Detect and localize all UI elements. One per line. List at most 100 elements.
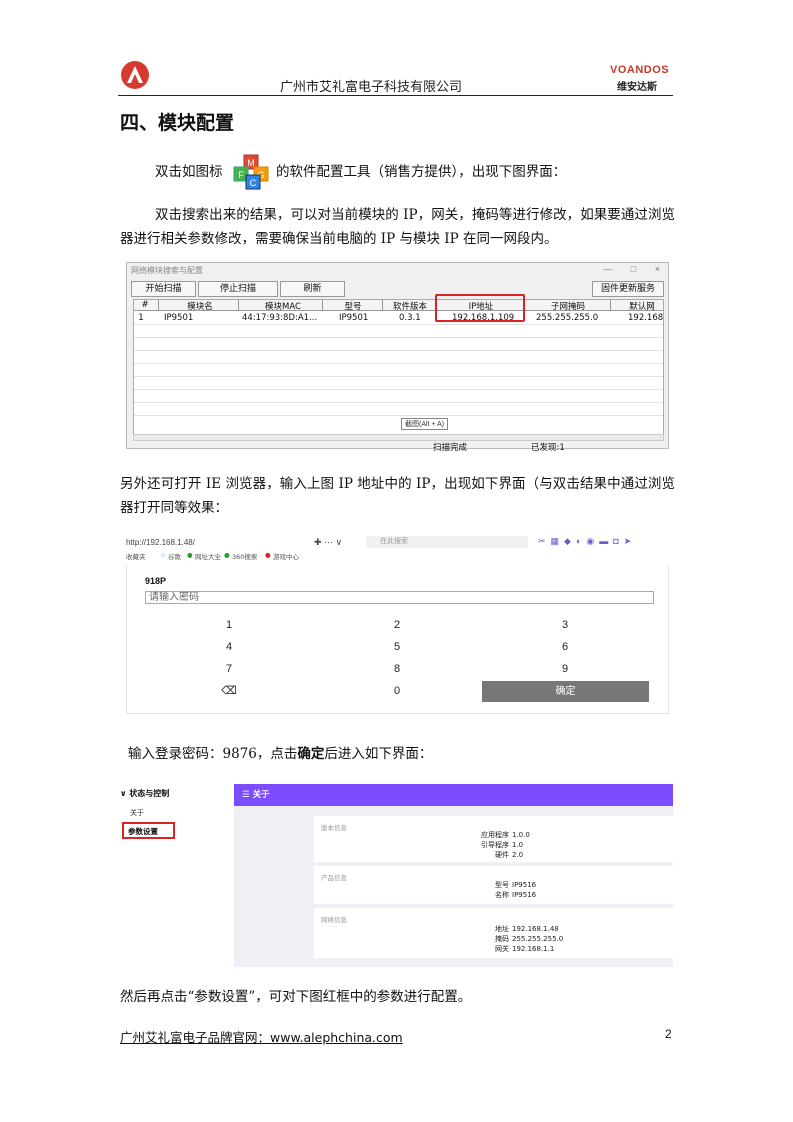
- start-scan-button[interactable]: 开始扫描: [131, 281, 196, 297]
- kv-row: 网关 192.168.1.1: [464, 944, 664, 954]
- search-360-icon: ●: [224, 551, 230, 559]
- kv-value: IP9516: [512, 881, 537, 889]
- favorites-label[interactable]: 收藏夹: [126, 551, 146, 561]
- footer-website[interactable]: 广州艾礼富电子品牌官网：www.alephchina.com: [120, 1027, 403, 1046]
- password-input[interactable]: 请输入密码: [145, 591, 654, 604]
- kv-key: 型号: [495, 881, 509, 889]
- col-header-model: 型号: [344, 302, 362, 312]
- product-card-title: 产品信息: [321, 874, 347, 882]
- grid-line: [134, 337, 663, 338]
- key-7[interactable]: 7: [219, 663, 239, 675]
- params-highlight-box: [122, 822, 175, 839]
- version-card: 版本信息 应用程序 1.0.0 引导程序 1.0 硬件 2.0: [314, 816, 673, 862]
- paragraph-4-end: 后进入如下界面：: [324, 746, 433, 762]
- col-header-gateway: 默认网: [629, 302, 655, 312]
- kv-row: 名称 IP9516: [464, 890, 664, 900]
- game-icon: ●: [265, 551, 271, 559]
- menu-group-label: 状态与控制: [129, 789, 170, 798]
- grid-line: [134, 363, 663, 364]
- grid-line: [134, 350, 663, 351]
- admin-topbar: ☰ 关于: [234, 784, 673, 806]
- svg-text:C: C: [250, 178, 257, 188]
- browser-address-bar: http://192.168.1.48/ ✚ ··· ∨ 在此搜索 ✂▦◆◐◉▬…: [126, 536, 669, 550]
- menu-group-status[interactable]: ∨ 状态与控制: [120, 788, 169, 799]
- firmware-update-button[interactable]: 固件更新服务: [592, 281, 664, 297]
- paragraph-1-end: 的软件配置工具（销售方提供），出现下图界面：: [276, 164, 567, 180]
- favorite-360[interactable]: 360搜索: [232, 551, 257, 561]
- kv-value: 192.168.1.1: [512, 945, 555, 953]
- refresh-button[interactable]: 刷新: [280, 281, 345, 297]
- col-divider: [238, 300, 239, 311]
- brand-logo-cn: 维安达斯: [617, 82, 657, 93]
- paragraph-2: 双击搜索出来的结果，可以对当前模块的 IP，网关，掩码等进行修改，如果要通过浏览…: [120, 207, 675, 247]
- horizontal-scrollbar[interactable]: [133, 434, 664, 441]
- menu-icon[interactable]: ☰: [242, 790, 250, 800]
- key-0[interactable]: 0: [387, 685, 407, 697]
- key-3[interactable]: 3: [555, 619, 575, 631]
- bookmark-icon: ☆: [160, 551, 166, 559]
- network-card-title: 网络信息: [321, 916, 347, 924]
- key-5[interactable]: 5: [387, 641, 407, 653]
- paragraph-1-start: 双击如图标: [155, 164, 223, 180]
- product-card: 产品信息 型号 IP9516 名称 IP9516: [314, 866, 673, 904]
- favorite-sites[interactable]: 网址大全: [195, 551, 221, 561]
- favorite-games[interactable]: 游戏中心: [273, 551, 299, 561]
- topbar-title: 关于: [252, 790, 270, 800]
- cell-model: IP9501: [339, 313, 369, 323]
- kv-key: 硬件: [495, 851, 509, 859]
- company-logo-icon: [121, 61, 149, 89]
- paragraph-5: 然后再点击“参数设置”，可对下图红框中的参数进行配置。: [120, 989, 472, 1005]
- favorites-bar: 收藏夹 ☆ 谷歌 ● 网址大全 ● 360搜索 ● 游戏中心: [126, 551, 669, 563]
- paragraph-4: 输入登录密码：9876，点击确定后进入如下界面：: [128, 742, 432, 766]
- menu-item-about[interactable]: 关于: [130, 808, 144, 818]
- col-header-index: #: [141, 300, 149, 310]
- cell-index: 1: [138, 313, 144, 323]
- header-company-name: 广州市艾礼富电子科技有限公司: [280, 80, 463, 95]
- network-card: 网络信息 地址 192.168.1.48 掩码 255.255.255.0 网关 19…: [314, 908, 673, 958]
- col-header-mac: 模块MAC: [265, 302, 301, 312]
- key-6[interactable]: 6: [555, 641, 575, 653]
- key-8[interactable]: 8: [387, 663, 407, 675]
- kv-value: 1.0: [512, 841, 524, 849]
- config-tool-icon: M F G C: [233, 154, 269, 190]
- kv-key: 地址: [495, 925, 509, 933]
- module-table: # 模块名 模块MAC 型号 软件版本 IP地址 子网掩码 默认网 1 IP95…: [133, 299, 664, 435]
- grid-line: [134, 376, 663, 377]
- backspace-icon[interactable]: ⌫: [219, 684, 239, 697]
- table-header: # 模块名 模块MAC 型号 软件版本 IP地址 子网掩码 默认网: [134, 300, 663, 312]
- device-title: 918P: [145, 576, 167, 586]
- kv-row: 引导程序 1.0: [464, 840, 664, 850]
- cell-gateway: 192.168: [628, 313, 664, 323]
- browser-search-input[interactable]: 在此搜索: [366, 536, 528, 548]
- header-rule: [118, 95, 673, 96]
- kv-value: 1.0.0: [512, 831, 530, 839]
- paragraph-4-start: 输入登录密码：9876，点击: [128, 746, 298, 762]
- url-field[interactable]: http://192.168.1.48/: [126, 538, 195, 547]
- stop-scan-button[interactable]: 停止扫描: [198, 281, 278, 297]
- key-9[interactable]: 9: [555, 663, 575, 675]
- status-found: 已发现:1: [531, 443, 565, 453]
- grid-line: [134, 415, 663, 416]
- kv-value: 192.168.1.48: [512, 925, 559, 933]
- kv-value: 2.0: [512, 851, 524, 859]
- kv-value: 255.255.255.0: [512, 935, 564, 943]
- kv-key: 名称: [495, 891, 509, 899]
- cell-mac: 44:17:93:8D:A1...: [242, 313, 318, 323]
- confirm-button[interactable]: 确定: [482, 681, 649, 702]
- kv-key: 引导程序: [481, 841, 509, 849]
- key-4[interactable]: 4: [219, 641, 239, 653]
- cell-version: 0.3.1: [399, 313, 421, 323]
- favorite-google[interactable]: 谷歌: [168, 551, 181, 561]
- key-2[interactable]: 2: [387, 619, 407, 631]
- window-controls[interactable]: — □ ×: [603, 264, 660, 274]
- kv-key: 网关: [495, 945, 509, 953]
- kv-row: 型号 IP9516: [464, 880, 664, 890]
- browser-nav-icons[interactable]: ✚ ··· ∨: [314, 537, 342, 548]
- screenshot-tooltip: 截图(Alt + A): [401, 418, 449, 430]
- cell-name: IP9501: [164, 313, 194, 323]
- col-header-version: 软件版本: [392, 302, 427, 312]
- browser-extension-icons[interactable]: ✂▦◆◐◉▬◘➤: [538, 536, 636, 547]
- cell-mask: 255.255.255.0: [536, 313, 599, 323]
- key-1[interactable]: 1: [219, 619, 239, 631]
- status-scan: 扫描完成: [433, 443, 468, 453]
